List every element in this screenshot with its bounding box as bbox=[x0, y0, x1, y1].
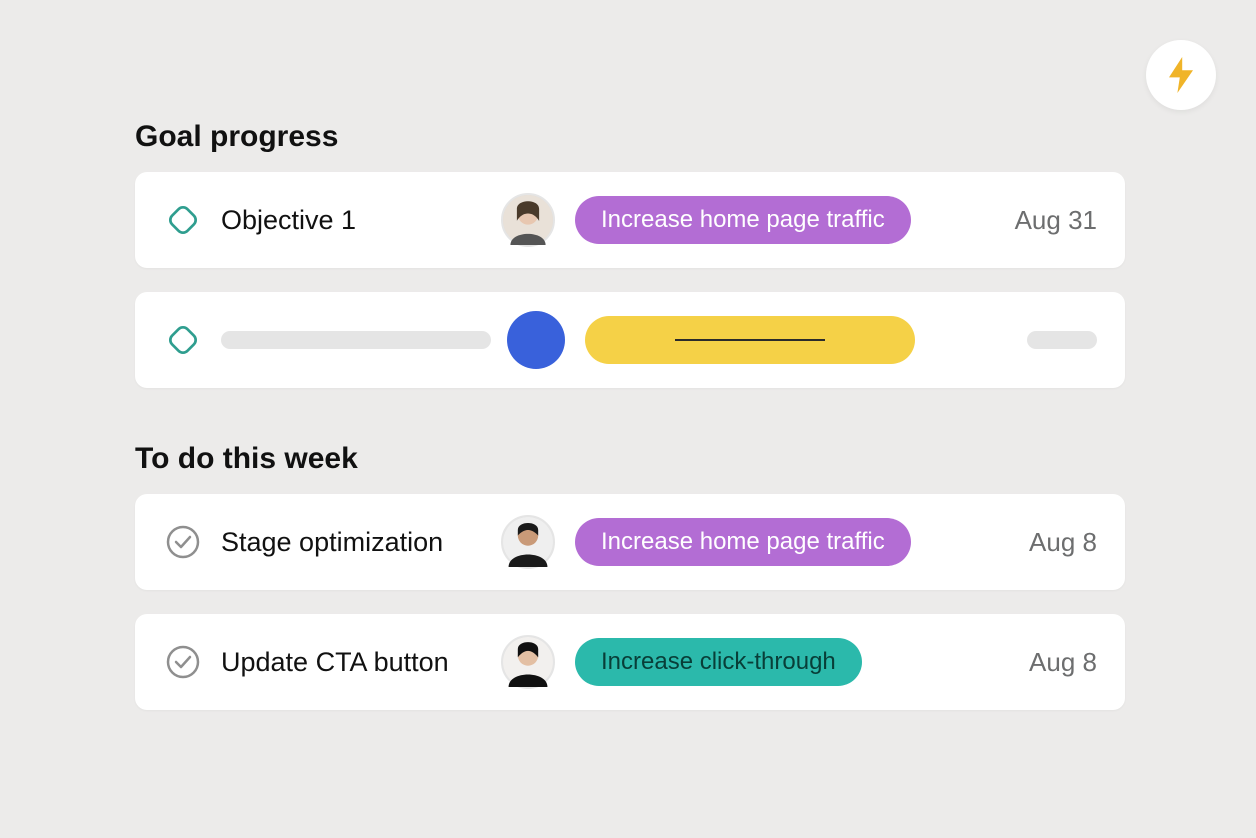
placeholder-tag bbox=[585, 316, 915, 364]
goal-title: Objective 1 bbox=[221, 205, 501, 236]
goal-row-placeholder bbox=[135, 292, 1125, 388]
task-tag[interactable]: Increase click-through bbox=[575, 638, 862, 686]
task-title: Update CTA button bbox=[221, 647, 501, 678]
placeholder-date bbox=[1027, 331, 1097, 349]
task-row[interactable]: Update CTA button Increase click-through… bbox=[135, 614, 1125, 710]
lightning-icon bbox=[1166, 57, 1196, 93]
goal-row[interactable]: Objective 1 Increase home page traffic A… bbox=[135, 172, 1125, 268]
section-title-goals: Goal progress bbox=[135, 120, 1125, 154]
lightning-action-button[interactable] bbox=[1146, 40, 1216, 110]
goal-diamond-icon bbox=[163, 320, 203, 360]
avatar[interactable] bbox=[501, 515, 555, 569]
placeholder-avatar bbox=[507, 311, 565, 369]
task-date: Aug 8 bbox=[1005, 647, 1097, 678]
todo-section: To do this week Stage optimization Incre… bbox=[135, 442, 1125, 710]
task-check-icon[interactable] bbox=[163, 522, 203, 562]
task-tag[interactable]: Increase home page traffic bbox=[575, 518, 911, 566]
placeholder-tag-text bbox=[675, 339, 825, 341]
goal-date: Aug 31 bbox=[991, 205, 1097, 236]
avatar[interactable] bbox=[501, 193, 555, 247]
goal-diamond-icon bbox=[163, 200, 203, 240]
task-title: Stage optimization bbox=[221, 527, 501, 558]
task-date: Aug 8 bbox=[1005, 527, 1097, 558]
section-title-todo: To do this week bbox=[135, 442, 1125, 476]
avatar[interactable] bbox=[501, 635, 555, 689]
task-check-icon[interactable] bbox=[163, 642, 203, 682]
goal-progress-section: Goal progress Objective 1 Increase home … bbox=[135, 120, 1125, 388]
dashboard-content: Goal progress Objective 1 Increase home … bbox=[135, 120, 1125, 734]
placeholder-title bbox=[221, 331, 491, 349]
task-row[interactable]: Stage optimization Increase home page tr… bbox=[135, 494, 1125, 590]
goal-tag[interactable]: Increase home page traffic bbox=[575, 196, 911, 244]
